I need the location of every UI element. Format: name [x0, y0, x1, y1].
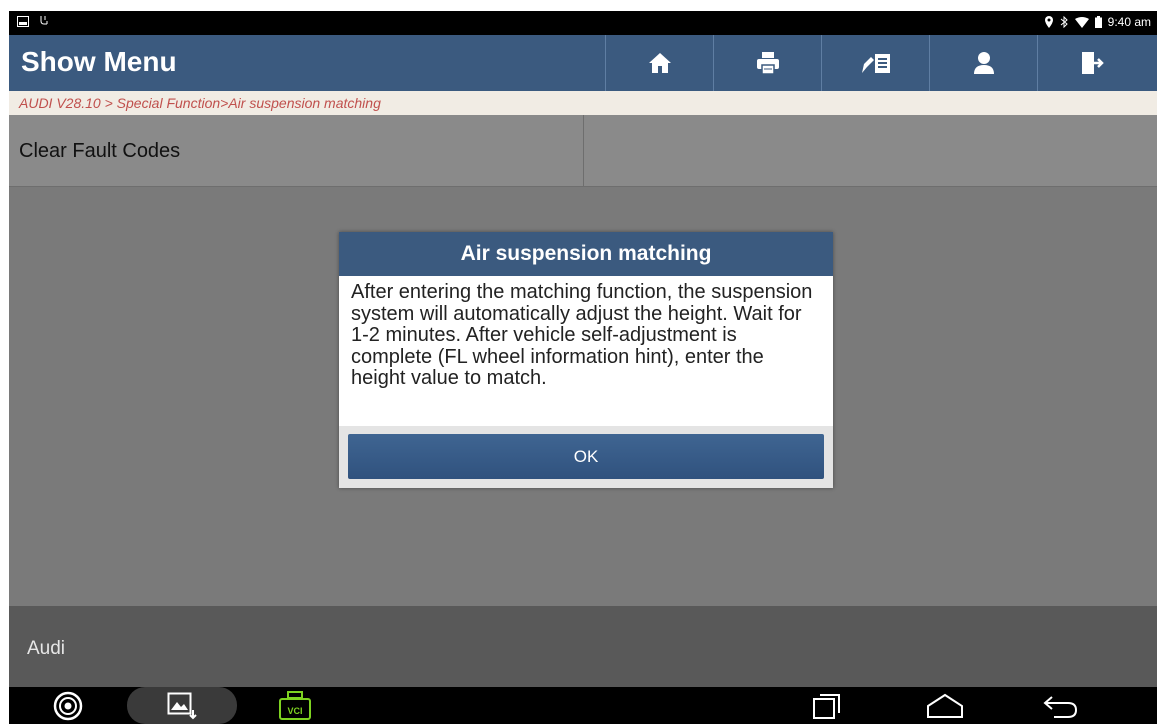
app-header: Show Menu: [9, 35, 1157, 91]
page-title: Show Menu: [21, 46, 177, 77]
ok-button[interactable]: OK: [348, 434, 824, 479]
dialog-button-bar: OK: [339, 426, 833, 488]
bluetooth-icon: [1060, 16, 1068, 28]
print-button[interactable]: [713, 35, 821, 91]
launch-app-icon: [53, 691, 83, 720]
air-suspension-dialog: Air suspension matching After entering t…: [339, 232, 833, 488]
wifi-icon: [1074, 16, 1089, 28]
menu-item-clear-fault-codes[interactable]: Clear Fault Codes: [9, 115, 584, 187]
dialog-title: Air suspension matching: [339, 232, 833, 276]
device-screen: 9:40 am Show Menu AUDI V28.10 > Special …: [9, 11, 1157, 724]
recent-apps-icon: [813, 693, 840, 719]
location-icon: [1044, 16, 1053, 28]
dialog-message: After entering the matching function, th…: [351, 281, 813, 389]
user-icon: [973, 52, 994, 74]
vehicle-label: Audi: [27, 638, 66, 659]
menu-row: Clear Fault Codes: [9, 115, 1157, 187]
report-icon: [861, 54, 890, 73]
vci-icon: VCI: [279, 690, 311, 720]
gallery-notification-icon: [17, 15, 29, 27]
system-nav-bar: VCI: [9, 687, 1157, 724]
printer-icon: [756, 52, 779, 75]
screenshot-button[interactable]: [159, 687, 205, 724]
footer-bar: Audi: [9, 606, 1157, 687]
home-nav-button[interactable]: [923, 687, 967, 724]
home-button[interactable]: [605, 35, 713, 91]
app-shortcut-button[interactable]: [45, 687, 91, 724]
breadcrumb: AUDI V28.10 > Special Function>Air suspe…: [9, 91, 1157, 115]
report-button[interactable]: [821, 35, 929, 91]
clock: 9:40 am: [1107, 15, 1151, 29]
battery-icon: [1094, 16, 1102, 28]
recent-apps-button[interactable]: [807, 687, 847, 724]
svg-text:VCI: VCI: [287, 706, 302, 716]
exit-icon: [1081, 52, 1104, 74]
toolbar: [605, 35, 1145, 91]
home-outline-icon: [927, 693, 963, 718]
back-button[interactable]: [1039, 687, 1081, 724]
home-icon: [648, 53, 671, 73]
diagnostic-notification-icon: [40, 16, 48, 25]
menu-item-empty: [584, 115, 1157, 187]
user-button[interactable]: [929, 35, 1037, 91]
status-bar: 9:40 am: [9, 11, 1157, 35]
screenshot-icon: [167, 692, 197, 719]
back-arrow-icon: [1043, 695, 1078, 718]
exit-button[interactable]: [1037, 35, 1145, 91]
vci-button[interactable]: VCI: [275, 687, 315, 724]
